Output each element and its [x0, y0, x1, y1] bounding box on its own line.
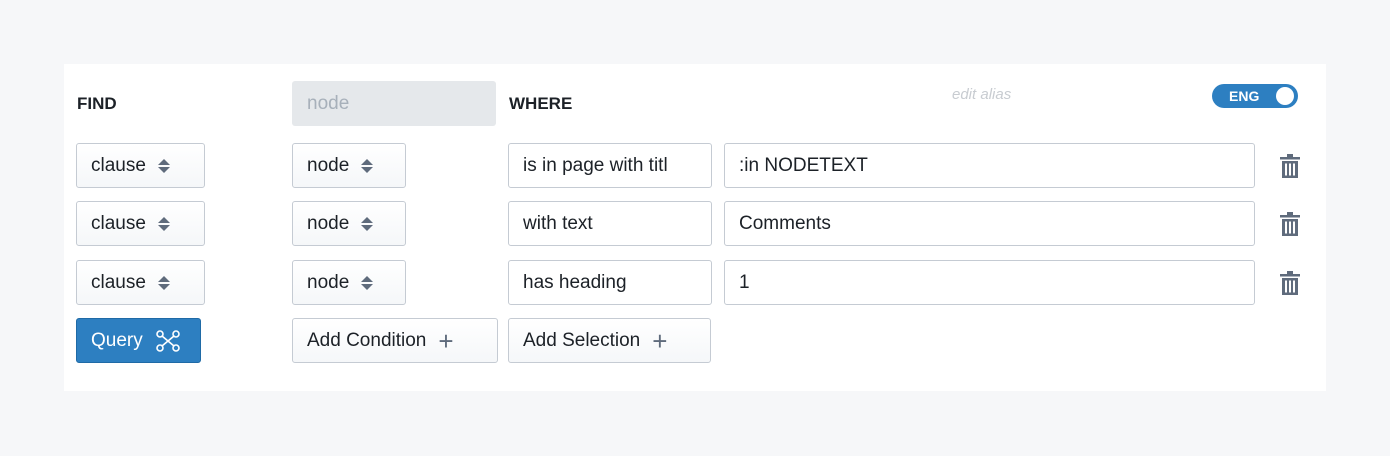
value-input[interactable]: :in NODETEXT: [724, 143, 1255, 188]
caret-updown-icon: [157, 216, 170, 231]
toggle-label: ENG: [1229, 88, 1260, 104]
node-select[interactable]: node: [292, 143, 406, 188]
where-label: WHERE: [509, 94, 573, 113]
trash-icon[interactable]: [1279, 154, 1301, 178]
caret-updown-icon: [361, 158, 374, 173]
clause-value: clause: [91, 154, 146, 176]
clause-value: clause: [91, 212, 146, 234]
node-value: node: [307, 271, 350, 293]
condition-value: with text: [523, 212, 593, 234]
find-label: FIND: [77, 94, 117, 113]
value-text: :in NODETEXT: [739, 154, 868, 176]
condition-value: has heading: [523, 271, 627, 293]
add-selection-button[interactable]: Add Selection +: [508, 318, 711, 363]
condition-value: is in page with titl: [523, 154, 668, 176]
plus-icon: +: [438, 325, 454, 356]
query-label: Query: [91, 329, 143, 351]
eng-toggle[interactable]: ENG: [1212, 84, 1298, 108]
value-text: 1: [739, 271, 750, 293]
caret-updown-icon: [361, 275, 374, 290]
caret-updown-icon: [157, 275, 170, 290]
clause-select[interactable]: clause: [76, 201, 205, 246]
edit-alias-link[interactable]: edit alias: [952, 86, 1011, 103]
condition-input[interactable]: with text: [508, 201, 712, 246]
graph-icon: [155, 329, 180, 352]
node-value: node: [307, 154, 350, 176]
node-select[interactable]: node: [292, 260, 406, 305]
alias-input[interactable]: node: [292, 81, 496, 126]
condition-input[interactable]: is in page with titl: [508, 143, 712, 188]
add-condition-button[interactable]: Add Condition +: [292, 318, 498, 363]
clause-value: clause: [91, 271, 146, 293]
alias-placeholder: node: [307, 93, 350, 114]
add-condition-label: Add Condition: [307, 329, 427, 351]
add-selection-label: Add Selection: [523, 329, 641, 351]
caret-updown-icon: [361, 216, 374, 231]
value-input[interactable]: Comments: [724, 201, 1255, 246]
node-value: node: [307, 212, 350, 234]
value-text: Comments: [739, 212, 831, 234]
trash-icon[interactable]: [1279, 212, 1301, 236]
query-button[interactable]: Query: [76, 318, 201, 363]
clause-select[interactable]: clause: [76, 143, 205, 188]
node-select[interactable]: node: [292, 201, 406, 246]
clause-select[interactable]: clause: [76, 260, 205, 305]
plus-icon: +: [652, 325, 668, 356]
caret-updown-icon: [157, 158, 170, 173]
trash-icon[interactable]: [1279, 271, 1301, 295]
condition-input[interactable]: has heading: [508, 260, 712, 305]
toggle-knob: [1276, 87, 1294, 105]
value-input[interactable]: 1: [724, 260, 1255, 305]
